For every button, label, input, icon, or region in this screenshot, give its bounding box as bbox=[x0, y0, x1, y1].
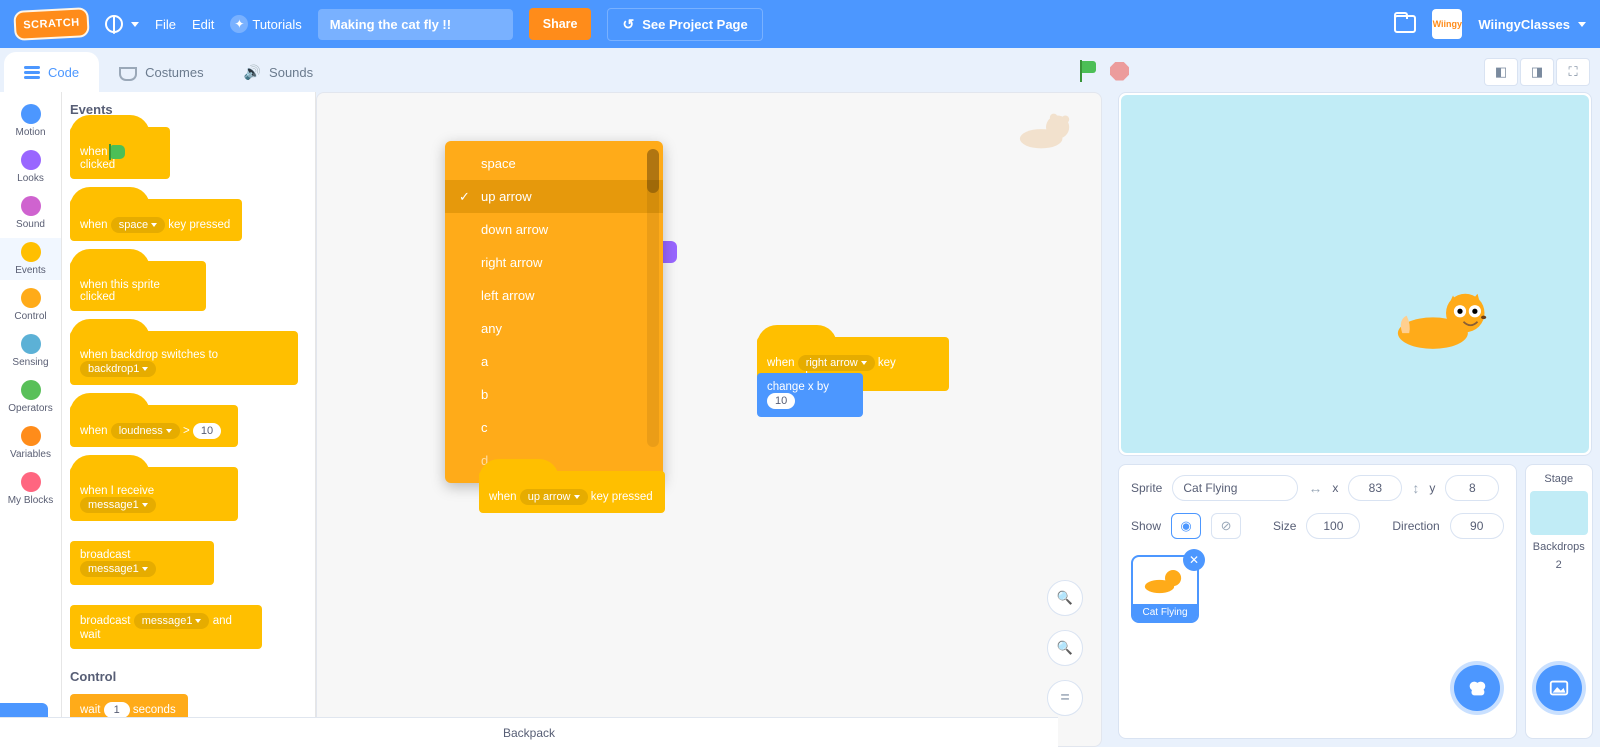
edit-menu[interactable]: Edit bbox=[192, 17, 214, 32]
add-backdrop-button[interactable] bbox=[1536, 665, 1582, 711]
category-operators[interactable]: Operators bbox=[0, 376, 61, 418]
chevron-down-icon bbox=[1578, 22, 1586, 27]
category-events[interactable]: Events bbox=[0, 238, 61, 280]
sprite-direction-input[interactable] bbox=[1450, 513, 1504, 539]
hide-sprite-button[interactable]: ⊘ bbox=[1211, 513, 1241, 539]
community-icon: ↺ bbox=[622, 16, 634, 33]
block-when-key-pressed[interactable]: when space key pressed bbox=[70, 199, 242, 241]
lightbulb-icon bbox=[230, 15, 248, 33]
key-option-any[interactable]: any bbox=[445, 312, 663, 345]
user-avatar[interactable]: Wiingy bbox=[1432, 9, 1462, 39]
script-when-up-arrow[interactable]: when up arrow key pressed bbox=[479, 471, 665, 513]
file-menu[interactable]: File bbox=[155, 17, 176, 32]
key-option-down-arrow[interactable]: down arrow bbox=[445, 213, 663, 246]
dropdown-tail bbox=[549, 453, 565, 463]
dropdown-scrollbar[interactable] bbox=[647, 149, 659, 447]
category-control[interactable]: Control bbox=[0, 284, 61, 326]
green-flag-icon bbox=[111, 145, 125, 159]
chevron-down-icon bbox=[131, 22, 139, 27]
account-menu[interactable]: WiingyClasses bbox=[1478, 17, 1586, 32]
script-workspace[interactable]: space up arrow down arrow right arrow le… bbox=[316, 92, 1102, 747]
stage[interactable] bbox=[1118, 92, 1592, 456]
project-title-input[interactable] bbox=[318, 9, 513, 40]
sprite-size-input[interactable] bbox=[1306, 513, 1360, 539]
block-broadcast-wait[interactable]: broadcast message1 and wait bbox=[70, 605, 262, 649]
zoom-in-button[interactable]: 🔍 bbox=[1047, 580, 1083, 616]
block-when-receive[interactable]: when I receive message1 bbox=[70, 467, 238, 521]
scratch-logo[interactable]: SCRATCH bbox=[13, 7, 89, 41]
language-picker[interactable] bbox=[105, 15, 139, 33]
key-option-space[interactable]: space bbox=[445, 147, 663, 180]
stage-size-large[interactable]: ◨ bbox=[1520, 58, 1554, 86]
looks-block-edge[interactable] bbox=[663, 241, 677, 263]
key-dropdown-menu: space up arrow down arrow right arrow le… bbox=[445, 141, 663, 483]
tutorials-button[interactable]: Tutorials bbox=[230, 15, 301, 33]
sprite-on-stage[interactable] bbox=[1391, 285, 1501, 355]
palette-heading-control: Control bbox=[70, 669, 309, 684]
stop-button[interactable] bbox=[1110, 62, 1129, 81]
sprite-y-input[interactable] bbox=[1445, 475, 1499, 501]
sprite-label: Sprite bbox=[1131, 481, 1162, 495]
stage-thumb bbox=[1530, 491, 1588, 535]
tab-code[interactable]: Code bbox=[4, 52, 99, 92]
sprite-watermark bbox=[1017, 111, 1075, 151]
category-variables[interactable]: Variables bbox=[0, 422, 61, 464]
key-option-a[interactable]: a bbox=[445, 345, 663, 378]
zoom-reset-button[interactable]: = bbox=[1047, 680, 1083, 716]
backpack-panel[interactable]: Backpack bbox=[0, 717, 1058, 747]
green-flag-button[interactable] bbox=[1078, 60, 1100, 82]
block-palette: Events when clicked when space key press… bbox=[62, 48, 316, 747]
globe-icon bbox=[105, 15, 123, 33]
block-when-loudness[interactable]: when loudness > 10 bbox=[70, 405, 238, 447]
folder-icon bbox=[1394, 15, 1416, 33]
script-change-x-by[interactable]: change x by 10 bbox=[757, 373, 863, 417]
block-when-sprite-clicked[interactable]: when this sprite clicked bbox=[70, 261, 206, 311]
add-sprite-button[interactable] bbox=[1454, 665, 1500, 711]
key-option-up-arrow[interactable]: up arrow bbox=[445, 180, 663, 213]
category-looks[interactable]: Looks bbox=[0, 146, 61, 188]
delete-sprite-button[interactable]: ✕ bbox=[1183, 549, 1205, 571]
see-project-page-button[interactable]: ↺See Project Page bbox=[607, 8, 762, 41]
block-when-flag-clicked[interactable]: when clicked bbox=[70, 127, 170, 179]
brush-icon bbox=[119, 65, 137, 79]
tab-sounds[interactable]: 🔊Sounds bbox=[224, 52, 334, 92]
tab-costumes[interactable]: Costumes bbox=[99, 52, 224, 92]
sprite-x-input[interactable] bbox=[1348, 475, 1402, 501]
category-rail: Motion Looks Sound Events Control Sensin… bbox=[0, 48, 62, 747]
key-option-c[interactable]: c bbox=[445, 411, 663, 444]
category-myblocks[interactable]: My Blocks bbox=[0, 468, 61, 510]
category-sound[interactable]: Sound bbox=[0, 192, 61, 234]
sprite-tile-cat-flying[interactable]: ✕ Cat Flying bbox=[1131, 555, 1199, 623]
xy-icon: ↔ bbox=[1308, 480, 1322, 496]
share-button[interactable]: Share bbox=[529, 8, 592, 40]
block-when-backdrop-switches[interactable]: when backdrop switches to backdrop1 bbox=[70, 331, 298, 385]
my-stuff-button[interactable] bbox=[1394, 15, 1416, 33]
stage-size-small[interactable]: ◧ bbox=[1484, 58, 1518, 86]
category-sensing[interactable]: Sensing bbox=[0, 330, 61, 372]
key-option-b[interactable]: b bbox=[445, 378, 663, 411]
sprite-name-input[interactable] bbox=[1172, 475, 1298, 501]
code-icon bbox=[24, 66, 40, 79]
zoom-controls: 🔍 🔍 = bbox=[1047, 580, 1083, 716]
key-option-left-arrow[interactable]: left arrow bbox=[445, 279, 663, 312]
show-sprite-button[interactable]: ◉ bbox=[1171, 513, 1201, 539]
y-icon: ↕ bbox=[1412, 480, 1419, 496]
menu-bar: SCRATCH File Edit Tutorials Share ↺See P… bbox=[0, 0, 1600, 48]
block-broadcast[interactable]: broadcast message1 bbox=[70, 541, 214, 585]
stage-fullscreen[interactable]: ⛶ bbox=[1556, 58, 1590, 86]
key-option-right-arrow[interactable]: right arrow bbox=[445, 246, 663, 279]
category-motion[interactable]: Motion bbox=[0, 100, 61, 142]
sound-icon: 🔊 bbox=[244, 64, 261, 81]
zoom-out-button[interactable]: 🔍 bbox=[1047, 630, 1083, 666]
